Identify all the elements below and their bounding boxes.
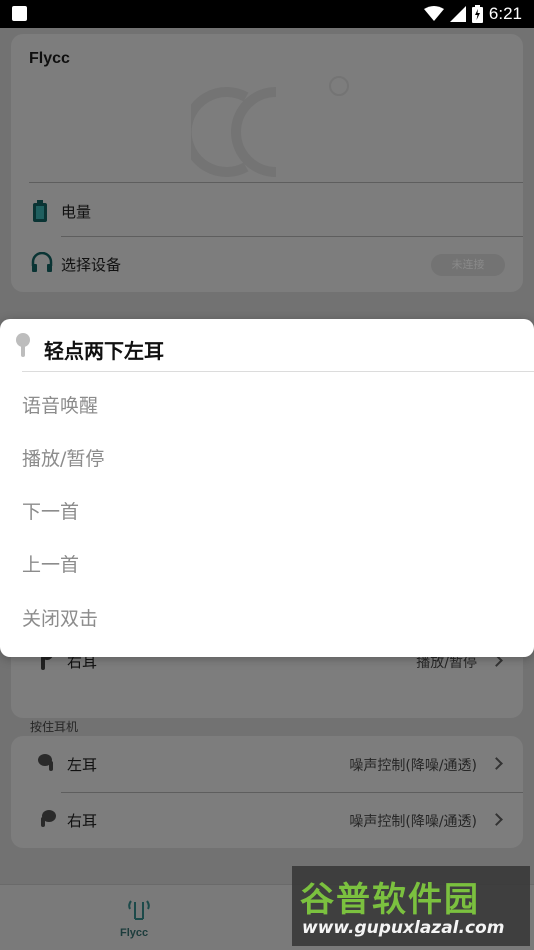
earbud-left-icon [38,754,53,771]
hold-left-label: 左耳 [67,756,98,774]
app-title: Flycc [29,50,70,67]
clock: 6:21 [488,4,522,23]
option-voice-wake[interactable]: 语音唤醒 [22,391,98,418]
hold-card: 左耳 噪声控制(降噪/通透) 右耳 噪声控制(降噪/通透) [11,736,523,848]
chevron-right-icon [490,813,503,826]
battery-label: 电量 [61,203,92,221]
card-divider [29,182,523,183]
battery-icon [33,200,47,222]
wifi-icon [423,6,444,21]
select-device-label: 选择设备 [61,256,122,274]
hold-section-label: 按住耳机 [30,720,79,734]
flycc-logo-icon [191,76,349,177]
nav-item-label: Flycc [120,927,149,939]
option-next-track[interactable]: 下一首 [22,497,79,524]
battery-charging-icon [471,5,483,23]
notification-icon [12,6,27,21]
dialog-divider [22,371,534,372]
device-card: Flycc 电量 选择设备 未连接 [11,34,523,292]
watermark: 谷普软件园 www.gupuxlazal.com [292,866,530,946]
signal-icon [449,6,466,22]
option-previous-track[interactable]: 上一首 [22,550,79,577]
watermark-name: 谷普软件园 [300,880,480,920]
hold-right-value: 噪声控制(降噪/通透) [349,814,477,830]
earbud-left-icon [16,333,30,357]
watermark-url: www.gupuxlazal.com [302,918,505,938]
card-divider [61,792,523,793]
earbud-right-icon [41,810,56,827]
earbuds-nav-icon [128,900,150,920]
option-disable-double-tap[interactable]: 关闭双击 [22,604,98,631]
status-bar: 6:21 [0,0,534,28]
option-play-pause[interactable]: 播放/暂停 [22,444,104,471]
dialog-title: 轻点两下左耳 [44,339,164,363]
hold-right-label: 右耳 [67,812,98,830]
chevron-right-icon [490,757,503,770]
card-divider [61,236,523,237]
double-tap-left-dialog: 轻点两下左耳 语音唤醒 播放/暂停 下一首 上一首 关闭双击 [0,319,534,657]
hold-left-value: 噪声控制(降噪/通透) [349,758,477,774]
connection-status-pill[interactable]: 未连接 [431,254,505,276]
headphones-icon [31,252,53,272]
